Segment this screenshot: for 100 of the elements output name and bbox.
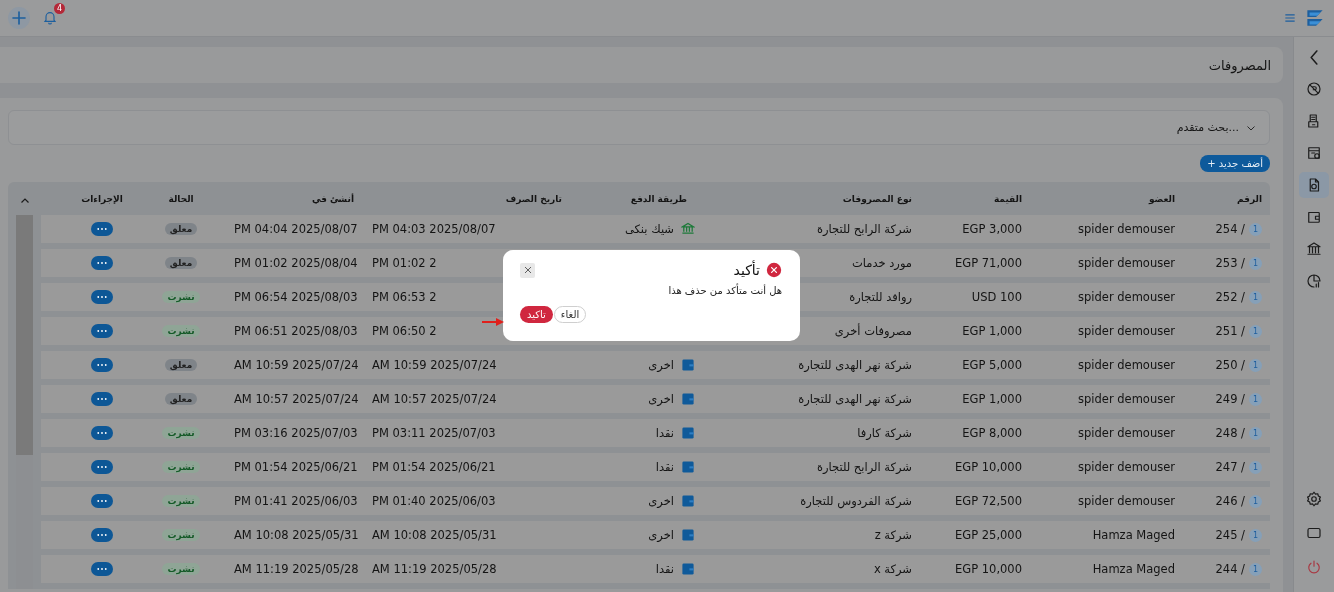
page-title: المصروفات bbox=[1208, 57, 1271, 73]
power-icon bbox=[1305, 558, 1323, 576]
status-badge: نشرت bbox=[162, 563, 200, 575]
wallet-icon bbox=[681, 562, 695, 576]
column-header: العضو bbox=[1147, 193, 1176, 204]
table-cell: مورد خدمات bbox=[851, 256, 912, 270]
column-header: تاريخ الصرف bbox=[504, 193, 563, 204]
notification-count: 4 bbox=[54, 3, 65, 14]
table-cell: مصروفات أخرى bbox=[834, 324, 912, 338]
actions-button[interactable] bbox=[91, 290, 113, 304]
table-cell: شركة نهر الهدى للتجارة bbox=[798, 392, 912, 406]
actions-button[interactable] bbox=[91, 494, 113, 508]
more-dots-icon bbox=[95, 260, 109, 266]
status-badge: معلق bbox=[164, 359, 198, 371]
status-badge: نشرت bbox=[162, 291, 200, 303]
table-cell: نقدا bbox=[655, 460, 674, 474]
sidebar-item[interactable] bbox=[1299, 172, 1329, 198]
dialog-title: تأكيد bbox=[733, 262, 760, 278]
more-dots-icon bbox=[95, 566, 109, 572]
count-badge: 1 bbox=[1249, 494, 1262, 508]
table-cell: PM 01:54 2025/06/21 bbox=[372, 460, 496, 474]
status-badge: معلق bbox=[164, 393, 198, 405]
column-header: القيمة bbox=[992, 193, 1023, 204]
actions-button[interactable] bbox=[91, 426, 113, 440]
table-cell: AM 11:19 2025/05/28 bbox=[372, 562, 497, 576]
cancel-button[interactable]: الغاء bbox=[553, 306, 587, 323]
actions-button[interactable] bbox=[91, 460, 113, 474]
settings-icon bbox=[1305, 490, 1323, 508]
actions-button[interactable] bbox=[91, 222, 113, 236]
table-cell: نقدا bbox=[655, 426, 674, 440]
table-cell: EGP 1,000 bbox=[962, 392, 1022, 406]
row-number: 247 / bbox=[1215, 460, 1245, 474]
table-cell: EGP 25,000 bbox=[955, 528, 1022, 542]
wallet-icon bbox=[681, 494, 695, 508]
table-cell: PM 01:02 2 bbox=[372, 256, 437, 270]
more-dots-icon bbox=[95, 396, 109, 402]
wallet-icon bbox=[681, 460, 695, 474]
actions-button[interactable] bbox=[91, 392, 113, 406]
count-badge: 1 bbox=[1249, 290, 1262, 304]
count-badge: 1 bbox=[1249, 392, 1262, 406]
table-cell: spider demouser bbox=[1078, 494, 1175, 508]
count-badge: 1 bbox=[1249, 460, 1262, 474]
table-cell: spider demouser bbox=[1078, 460, 1175, 474]
table-cell: اخرى bbox=[648, 358, 674, 372]
more-dots-icon bbox=[95, 226, 109, 232]
table-cell: شركة الرابح للتجارة bbox=[816, 222, 912, 236]
actions-button[interactable] bbox=[91, 528, 113, 542]
actions-button[interactable] bbox=[91, 324, 113, 338]
actions-button[interactable] bbox=[91, 358, 113, 372]
add-new-button[interactable]: + أضف جديد bbox=[1200, 155, 1270, 172]
count-badge: 1 bbox=[1249, 358, 1262, 372]
table-cell: PM 06:53 2 bbox=[372, 290, 437, 304]
table-cell: نقدا bbox=[655, 562, 674, 576]
actions-button[interactable] bbox=[91, 562, 113, 576]
more-dots-icon bbox=[95, 430, 109, 436]
table-cell: AM 11:19 2025/05/28 bbox=[234, 562, 359, 576]
table-cell: PM 01:02 2025/08/04 bbox=[234, 256, 358, 270]
table-cell: Hamza Maged bbox=[1092, 528, 1175, 542]
table-cell: اخرى bbox=[648, 392, 674, 406]
table-cell: AM 10:59 2025/07/24 bbox=[372, 358, 497, 372]
more-dots-icon bbox=[95, 328, 109, 334]
close-button[interactable] bbox=[520, 262, 535, 278]
more-dots-icon bbox=[95, 464, 109, 470]
table-cell: AM 10:57 2025/07/24 bbox=[234, 392, 359, 406]
table-cell: شركة الفردوس للتجارة bbox=[800, 494, 912, 508]
row-number: 245 / bbox=[1215, 528, 1245, 542]
confirm-button[interactable]: تاكيد bbox=[520, 306, 553, 323]
table-cell: شركة z bbox=[874, 528, 912, 542]
table-cell: AM 10:57 2025/07/24 bbox=[372, 392, 497, 406]
dialog-message: هل أنت متأكد من حذف هذا bbox=[667, 285, 782, 296]
error-icon bbox=[766, 262, 782, 278]
status-badge: نشرت bbox=[162, 495, 200, 507]
wallet-icon bbox=[681, 358, 695, 372]
table-cell: spider demouser bbox=[1078, 222, 1175, 236]
advanced-search-toggle[interactable]: بحث متقدم... bbox=[8, 110, 1270, 145]
wallet-icon bbox=[681, 528, 695, 542]
wallet-icon bbox=[681, 426, 695, 440]
table-cell: PM 06:50 2 bbox=[372, 324, 437, 338]
row-number: 253 / bbox=[1215, 256, 1245, 270]
row-number: 244 / bbox=[1215, 562, 1245, 576]
table-cell: اخرى bbox=[648, 494, 674, 508]
table-cell: PM 01:41 2025/06/03 bbox=[234, 494, 358, 508]
table-cell: AM 10:08 2025/05/31 bbox=[372, 528, 497, 542]
more-dots-icon bbox=[95, 294, 109, 300]
table-cell: شركة كارفا bbox=[857, 426, 912, 440]
notification-bell-icon[interactable] bbox=[42, 10, 58, 26]
row-number: 252 / bbox=[1215, 290, 1245, 304]
column-header: الحالة bbox=[167, 193, 195, 204]
row-number: 246 / bbox=[1215, 494, 1245, 508]
count-badge: 1 bbox=[1249, 426, 1262, 440]
table-cell: EGP 10,000 bbox=[955, 460, 1022, 474]
column-header: أنشئ في bbox=[311, 193, 355, 204]
table-cell: PM 01:40 2025/06/03 bbox=[372, 494, 496, 508]
calendar-icon bbox=[1305, 144, 1323, 162]
bank-icon bbox=[681, 222, 695, 236]
actions-button[interactable] bbox=[91, 256, 113, 270]
table-cell: PM 03:16 2025/07/03 bbox=[234, 426, 358, 440]
table-cell: AM 10:59 2025/07/24 bbox=[234, 358, 359, 372]
row-number: 254 / bbox=[1215, 222, 1245, 236]
blocked-icon bbox=[1305, 80, 1323, 98]
